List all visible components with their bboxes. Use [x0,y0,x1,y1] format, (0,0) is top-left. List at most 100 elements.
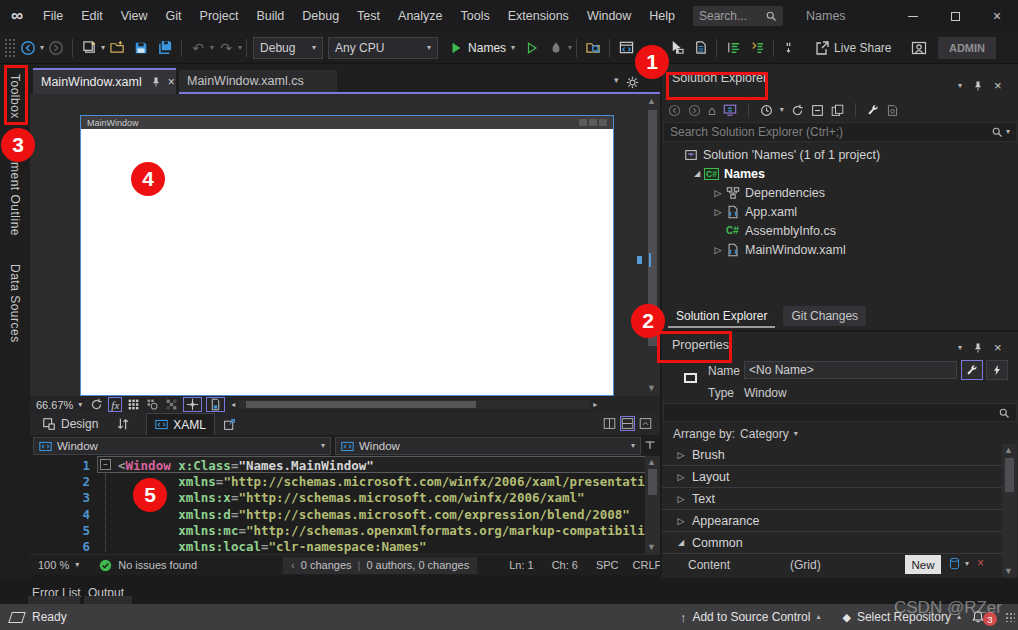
account-icon[interactable] [907,36,931,60]
pin-icon[interactable] [972,80,984,92]
encoding-indicator[interactable]: SPC [596,559,619,571]
tab-mainwindow-xaml-cs[interactable]: MainWindow.xaml.cs [179,70,337,92]
preview-selected-icon[interactable] [886,104,899,117]
panel-menu-icon[interactable]: ▾ [958,344,962,352]
split-editor-icon[interactable] [644,439,656,451]
element-dropdown-left[interactable]: Window ▾ [33,437,331,455]
menu-edit[interactable]: Edit [72,9,112,23]
sync-icon[interactable] [791,104,804,117]
run-target-label[interactable]: Names [468,41,506,55]
show-all-files-icon[interactable] [831,104,844,117]
maximize-button[interactable] [934,0,976,32]
code-line-4[interactable]: 4 xmlns:d="http://schemas.microsoft.com/… [30,506,630,522]
new-project-icon[interactable] [77,36,101,60]
fold-toggle[interactable]: − [100,459,111,470]
pending-changes-filter-icon[interactable] [760,104,773,117]
editor-zoom-dropdown[interactable]: ▾ [75,561,79,569]
find-in-files-icon[interactable] [581,36,605,60]
save-icon[interactable] [129,36,153,60]
menu-debug[interactable]: Debug [293,9,348,23]
expander-icon[interactable]: ◢ [691,169,703,178]
snap-grid-icon[interactable] [146,398,159,411]
issues-label[interactable]: No issues found [118,559,197,571]
xaml-tab[interactable]: XAML [146,413,215,435]
menu-build[interactable]: Build [247,9,293,23]
menu-project[interactable]: Project [191,9,248,23]
properties-icon[interactable] [867,104,879,116]
expander-icon[interactable]: ▷ [675,472,687,482]
minimize-button[interactable] [892,0,934,32]
save-all-icon[interactable] [153,36,177,60]
code-line-5[interactable]: 5 xmlns:mc="http://schemas.openxmlformat… [30,522,660,538]
resource-dropdown[interactable]: ▾ [965,560,969,568]
category-text[interactable]: ▷Text [662,488,1002,510]
side-tab-data-sources[interactable]: Data Sources [0,260,30,364]
pane-splitter-grip[interactable] [637,253,651,267]
editor-scrollbar[interactable]: ▲ ▼ [645,456,660,554]
menu-git[interactable]: Git [157,9,191,23]
admin-button[interactable]: ADMIN [938,37,996,59]
line-indicator[interactable]: Ln: 1 [509,559,533,571]
horizontal-split-icon[interactable] [620,416,635,431]
zoom-level[interactable]: 66.67% [36,399,73,411]
properties-mode-button[interactable] [961,360,983,380]
swap-panes-icon[interactable] [116,417,130,431]
column-indicator[interactable]: Ch: 6 [552,559,578,571]
run-target-dropdown[interactable]: ▾ [511,44,515,52]
expander-icon[interactable]: ▷ [712,245,724,255]
gear-icon[interactable] [626,76,639,89]
background-tasks-icon[interactable] [8,612,26,623]
expander-icon[interactable]: ◢ [675,538,687,547]
expander-icon[interactable]: ▷ [675,450,687,460]
switch-views-icon[interactable] [723,103,737,117]
vertical-split-icon[interactable] [603,416,616,431]
live-share-icon[interactable] [810,36,834,60]
events-mode-button[interactable] [986,360,1008,380]
home-icon[interactable]: ⌂ [708,103,716,118]
design-view-icon[interactable] [42,417,56,431]
toolbar-grip[interactable] [4,38,16,58]
code-line-1[interactable]: 1<Window x:Class="Names.MainWindow" [30,457,374,473]
menu-analyze[interactable]: Analyze [389,9,451,23]
expander-icon[interactable]: ▷ [712,207,724,217]
code-line-6[interactable]: 6 xmlns:local="clr-namespace:Names" [30,539,427,555]
panel-tab-git-changes[interactable]: Git Changes [783,306,866,326]
pin-icon[interactable] [150,76,162,88]
code-changes-summary[interactable]: ‹ 0 changes | 0 authors, 0 changes [283,557,477,574]
live-share-label[interactable]: Live Share [834,41,891,55]
sort-list-icon[interactable] [721,36,745,60]
panel-close-icon[interactable]: × [994,340,1002,355]
menu-view[interactable]: View [112,9,157,23]
line-ending-indicator[interactable]: CRLF [633,559,662,571]
popout-icon[interactable] [223,418,236,431]
name-input[interactable]: <No Name> [744,361,957,379]
search-box[interactable]: Search... [693,6,783,26]
collapse-pane-icon[interactable] [639,416,652,431]
snaplines-toggle[interactable] [183,397,202,412]
tree-item-dependencies[interactable]: ▷Dependencies [662,183,1018,202]
tab-list-dropdown-icon[interactable]: ▾ [614,76,619,89]
feedback-icon[interactable] [778,36,802,60]
filter-dropdown[interactable]: ▾ [780,106,784,114]
category-appearance[interactable]: ▷Appearance [662,510,1002,532]
platform-dropdown[interactable]: Any CPU▾ [328,37,438,59]
undo-icon[interactable]: ↶ [186,36,210,60]
start-debug-icon[interactable] [444,36,468,60]
panel-tab-solution-explorer[interactable]: Solution Explorer [668,306,775,328]
hscroll-right[interactable]: ▸ [593,401,597,409]
quick-launch-icon[interactable] [614,36,638,60]
forward-icon[interactable] [688,104,701,117]
tree-item-solution-names-1-of-1-project[interactable]: Solution 'Names' (1 of 1 project) [662,145,1018,164]
tree-item-names[interactable]: ◢C#Names [662,164,1018,183]
category-common[interactable]: ◢Common [662,532,1002,554]
expander-icon[interactable]: ▷ [675,516,687,526]
editor-zoom[interactable]: 100 % [38,559,69,571]
refresh-icon[interactable] [90,398,103,411]
resource-icon[interactable] [948,557,961,570]
tab-close-icon[interactable]: × [168,75,175,89]
tab-mainwindow-xaml[interactable]: MainWindow.xaml × [33,70,176,94]
menu-file[interactable]: File [34,9,72,23]
artboard-bg-icon[interactable] [165,398,178,411]
menu-help[interactable]: Help [640,9,684,23]
hot-reload-dropdown[interactable]: ▾ [568,44,572,52]
